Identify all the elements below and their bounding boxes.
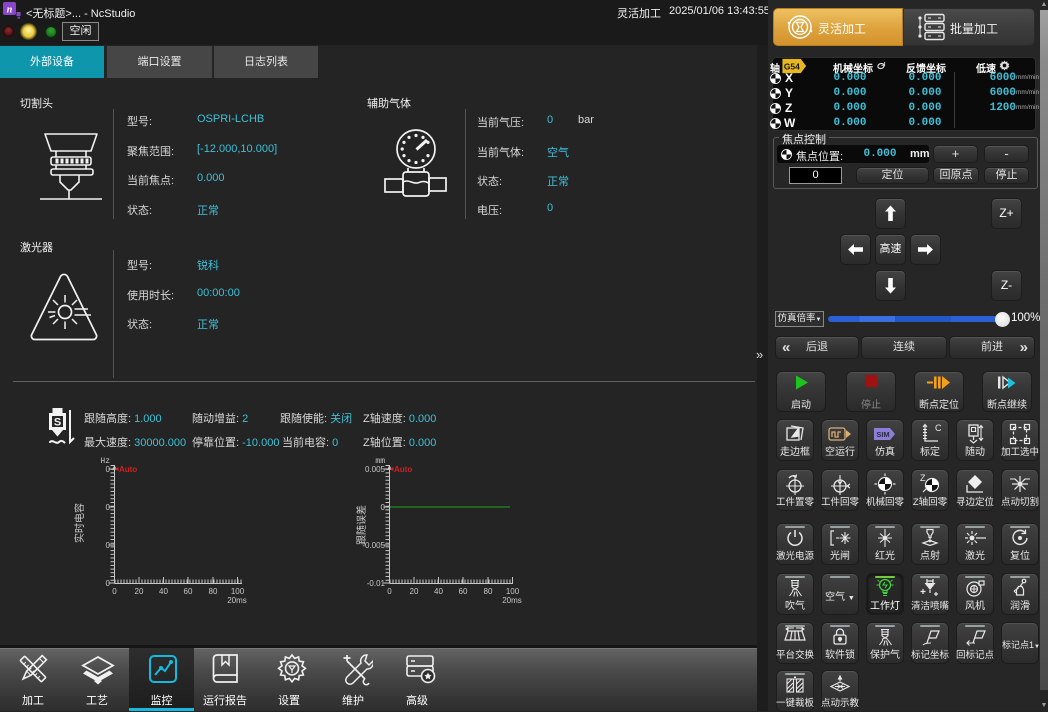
svg-text:20ms: 20ms — [502, 596, 522, 605]
svg-text:0: 0 — [106, 465, 111, 474]
svg-text:0: 0 — [106, 579, 111, 588]
svg-text:20: 20 — [135, 587, 144, 596]
svg-text:0: 0 — [112, 587, 117, 596]
svg-text:0: 0 — [106, 503, 111, 512]
svg-text:60: 60 — [459, 587, 468, 596]
svg-text:60: 60 — [184, 587, 193, 596]
svg-text:SIM: SIM — [876, 430, 889, 439]
svg-text:Z: Z — [920, 473, 926, 483]
svg-text:100: 100 — [506, 587, 520, 596]
svg-text:-0.01: -0.01 — [367, 579, 386, 588]
svg-text:100: 100 — [231, 587, 245, 596]
svg-text:C: C — [935, 423, 941, 433]
svg-text:Auto: Auto — [119, 465, 137, 474]
svg-text:40: 40 — [159, 587, 168, 596]
svg-text:0: 0 — [106, 541, 111, 550]
svg-text:80: 80 — [484, 587, 493, 596]
svg-text:S: S — [54, 417, 61, 429]
svg-text:n: n — [7, 5, 13, 16]
svg-text:0: 0 — [387, 587, 392, 596]
svg-text:0.005: 0.005 — [365, 465, 386, 474]
svg-text:20ms: 20ms — [227, 596, 247, 605]
svg-text:80: 80 — [209, 587, 218, 596]
svg-text:20: 20 — [410, 587, 419, 596]
svg-text:Auto: Auto — [394, 465, 412, 474]
svg-text:40: 40 — [434, 587, 443, 596]
